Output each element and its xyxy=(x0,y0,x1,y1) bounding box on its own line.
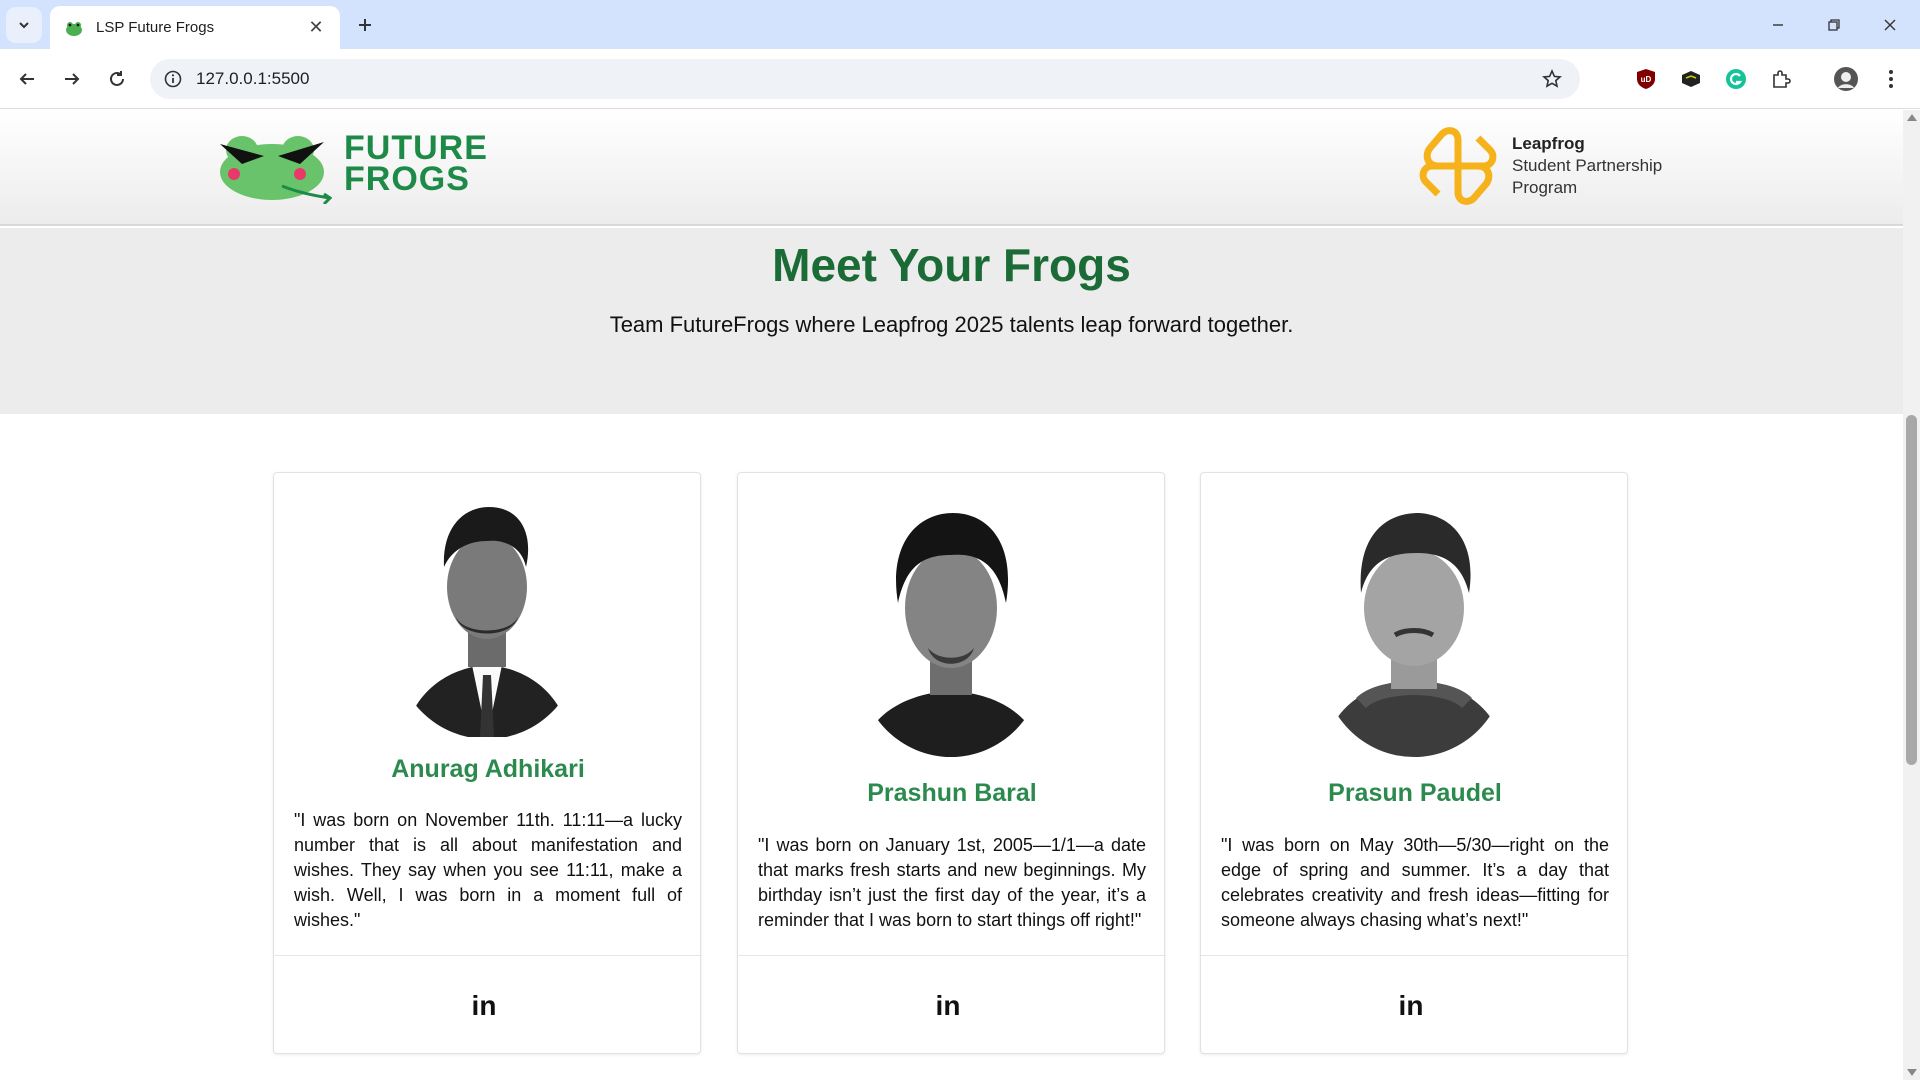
extension-button-2[interactable] xyxy=(1675,63,1707,95)
linkedin-icon[interactable]: in xyxy=(472,990,497,1022)
extensions-button[interactable] xyxy=(1765,63,1797,95)
member-name: Anurag Adhikari xyxy=(391,755,585,783)
bookmark-star-icon[interactable] xyxy=(1542,69,1562,89)
member-card: Prashun Baral "I was born on January 1st… xyxy=(737,472,1166,1055)
partner-line-2: Student Partnership xyxy=(1512,156,1663,175)
site-header: FUTURE FROGS Leapfrog Student Partnershi… xyxy=(0,110,1903,226)
tab-search-button[interactable] xyxy=(6,7,42,43)
arrow-left-icon xyxy=(19,73,34,85)
member-photo xyxy=(859,513,1043,757)
card-footer: in xyxy=(274,955,702,1055)
browser-tab[interactable]: LSP Future Frogs ✕ xyxy=(50,6,340,49)
member-quote: "I was born on November 11th. 11:11—a lu… xyxy=(294,810,682,930)
future-frogs-logo[interactable]: FUTURE FROGS xyxy=(212,124,488,204)
arrow-right-icon xyxy=(65,73,80,85)
member-card: Anurag Adhikari "I was born on November … xyxy=(273,472,702,1055)
restore-button[interactable] xyxy=(1806,0,1862,49)
puzzle-icon xyxy=(1773,70,1791,88)
member-quote: "I was born on January 1st, 2005—1/1—a d… xyxy=(758,835,1146,930)
avatar-icon xyxy=(1834,67,1858,91)
close-icon xyxy=(1884,19,1896,30)
partner-brand: Leapfrog xyxy=(1512,134,1585,153)
member-quote: "I was born on May 30th—5/30—right on th… xyxy=(1221,835,1609,930)
scroll-down-arrow-icon[interactable] xyxy=(1907,1069,1917,1076)
restore-icon xyxy=(1828,18,1840,31)
browser-menu-button[interactable] xyxy=(1875,63,1907,95)
page-subtitle: Team FutureFrogs where Leapfrog 2025 tal… xyxy=(609,312,1294,337)
browser-tab-strip: LSP Future Frogs ✕ xyxy=(0,0,1920,49)
grammarly-extension-button[interactable] xyxy=(1720,63,1752,95)
ublock-extension-button[interactable]: uD xyxy=(1630,63,1662,95)
browser-toolbar: 127.0.0.1:5500 uD xyxy=(0,49,1920,109)
linkedin-icon[interactable]: in xyxy=(936,990,961,1022)
url-text[interactable]: 127.0.0.1:5500 xyxy=(196,69,309,89)
partner-line-3: Program xyxy=(1512,178,1578,197)
minimize-button[interactable] xyxy=(1750,0,1806,49)
card-footer: in xyxy=(1201,955,1629,1055)
frog-favicon-icon xyxy=(66,21,82,36)
page-viewport: FUTURE FROGS Leapfrog Student Partnershi… xyxy=(0,110,1903,1080)
back-button[interactable] xyxy=(9,61,45,97)
member-name: Prasun Paudel xyxy=(1328,779,1502,807)
minimize-icon xyxy=(1773,23,1783,26)
site-info-icon[interactable] xyxy=(164,70,182,88)
logo-line-2: FROGS xyxy=(344,160,470,198)
scroll-up-arrow-icon[interactable] xyxy=(1907,114,1917,121)
leapfrog-partner-logo[interactable]: Leapfrog Student Partnership Program xyxy=(1418,126,1662,206)
leapfrog-logo-icon xyxy=(1419,127,1497,205)
card-footer: in xyxy=(738,955,1166,1055)
chevron-down-icon xyxy=(19,22,29,29)
linkedin-icon[interactable]: in xyxy=(1399,990,1424,1022)
member-photo xyxy=(404,507,570,737)
svg-text:uD: uD xyxy=(1641,75,1652,84)
new-tab-button[interactable] xyxy=(352,12,378,38)
address-bar[interactable]: 127.0.0.1:5500 xyxy=(150,59,1580,99)
more-vertical-icon xyxy=(1889,70,1893,88)
close-tab-icon[interactable]: ✕ xyxy=(306,17,326,38)
scrollbar-thumb[interactable] xyxy=(1906,415,1917,765)
close-window-button[interactable] xyxy=(1862,0,1918,49)
plus-icon xyxy=(359,19,371,31)
member-name: Prashun Baral xyxy=(867,779,1037,807)
member-photo xyxy=(1322,513,1506,757)
profile-avatar-button[interactable] xyxy=(1830,63,1862,95)
hero-section: Meet Your Frogs Team FutureFrogs where L… xyxy=(0,228,1903,414)
member-card: Prasun Paudel "I was born on May 30th—5/… xyxy=(1200,472,1629,1055)
shield-icon: uD xyxy=(1637,69,1655,89)
page-scrollbar[interactable] xyxy=(1903,110,1920,1080)
puzzle-mask-icon xyxy=(1682,71,1700,87)
page-title: Meet Your Frogs xyxy=(772,239,1131,291)
reload-button[interactable] xyxy=(99,61,135,97)
frog-logo-icon xyxy=(220,136,332,204)
grammarly-icon xyxy=(1726,69,1746,89)
tab-title: LSP Future Frogs xyxy=(96,19,215,36)
reload-icon xyxy=(110,71,124,86)
forward-button[interactable] xyxy=(54,61,90,97)
